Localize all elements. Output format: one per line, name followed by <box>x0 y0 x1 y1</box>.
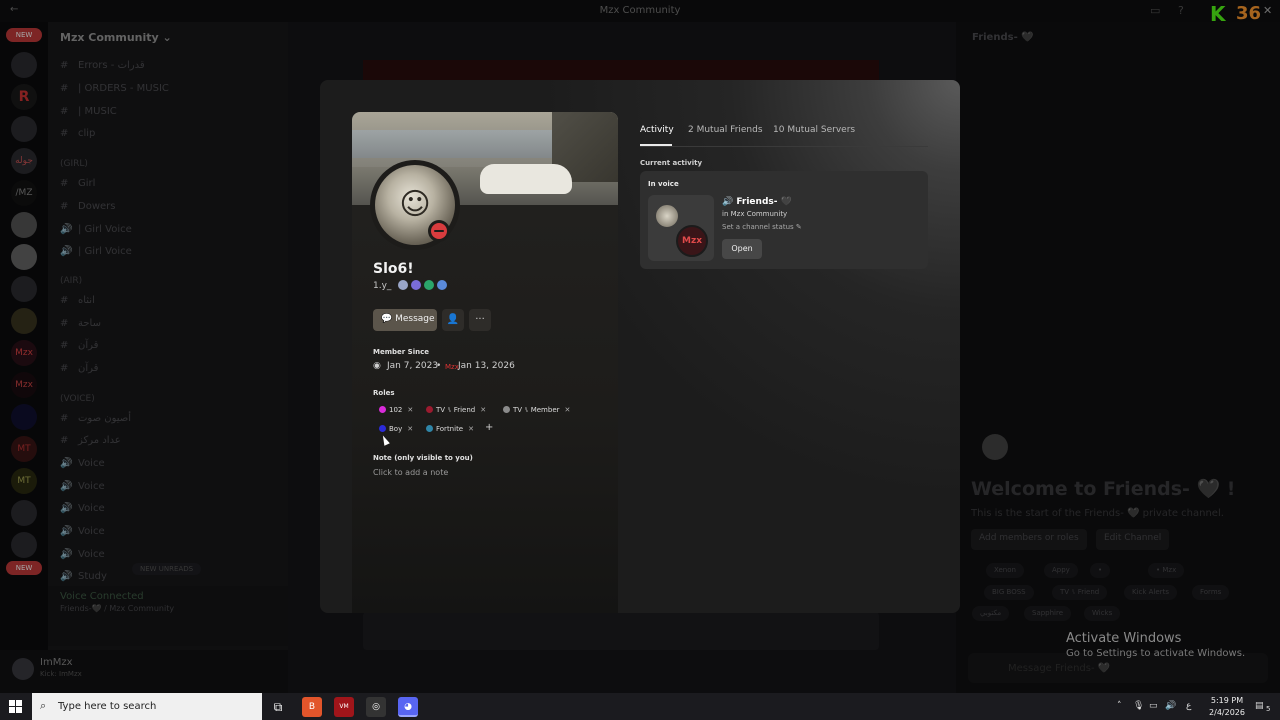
more-button[interactable]: ··· <box>469 309 491 331</box>
add-role-button[interactable]: + <box>485 422 493 433</box>
remove-role-icon[interactable]: ✕ <box>407 406 413 414</box>
nitro-badge-icon[interactable] <box>411 280 421 290</box>
member-avatar <box>654 203 680 229</box>
message-button[interactable]: 💬 Message <box>373 309 437 331</box>
clock-time: 5:19 PM <box>1210 696 1244 705</box>
role-chip[interactable]: Boy ✕ <box>373 422 419 437</box>
role-chip[interactable]: Fortnite ✕ <box>420 422 480 437</box>
server-logo-icon: Mzx <box>445 363 459 371</box>
in-voice-label: In voice <box>648 180 679 188</box>
windows-taskbar: ⌕ Type here to search ⧉ B VM ◎ ◕ ˄ 🎙 ▭ 🔊… <box>0 693 1280 720</box>
remove-role-icon[interactable]: ✕ <box>480 406 486 414</box>
voicemeeter-icon[interactable]: VM <box>334 697 354 717</box>
role-chip[interactable]: 102 ✕ <box>373 403 419 418</box>
remove-role-icon[interactable]: ✕ <box>407 425 413 433</box>
microphone-icon[interactable]: 🎙 <box>1133 701 1144 711</box>
open-button[interactable]: Open <box>722 239 762 259</box>
discord-taskbar-icon[interactable]: ◕ <box>398 697 418 717</box>
voice-channel-name[interactable]: 🔊 Friends- 🖤 <box>722 197 792 207</box>
note-label: Note (only visible to you) <box>373 454 473 462</box>
role-name: Boy <box>389 425 403 433</box>
taskbar-search[interactable]: ⌕ Type here to search <box>32 693 262 720</box>
boost-badge-icon[interactable] <box>437 280 447 290</box>
windows-start-icon[interactable] <box>9 700 22 713</box>
voice-server-name: in Mzx Community <box>722 210 788 218</box>
role-color-dot <box>426 425 433 432</box>
language-indicator[interactable]: ع <box>1186 701 1191 711</box>
role-name: TV ⑊ Member <box>513 406 560 414</box>
volume-icon[interactable]: 🔊 <box>1165 701 1176 711</box>
person-icon: 👤 <box>446 314 460 325</box>
search-placeholder: Type here to search <box>58 701 157 712</box>
search-icon: ⌕ <box>40 699 47 712</box>
member-since-label: Member Since <box>373 348 429 356</box>
add-friend-button[interactable]: 👤 <box>442 309 464 331</box>
role-color-dot <box>503 406 510 413</box>
role-chip[interactable]: TV ⑊ Friend ✕ <box>420 403 492 418</box>
role-name: 102 <box>389 406 403 414</box>
chat-icon: 💬 <box>381 314 396 324</box>
role-chip[interactable]: TV ⑊ Member ✕ <box>497 403 576 418</box>
tab-mutual-friends[interactable]: 2 Mutual Friends <box>688 125 763 135</box>
discord-join-date: Jan 7, 2023 <box>387 361 439 371</box>
network-icon[interactable]: ▭ <box>1149 701 1158 711</box>
role-name: TV ⑊ Friend <box>436 406 476 414</box>
notification-icon[interactable]: ▤ <box>1255 701 1264 711</box>
display-name: Slo6! <box>373 261 414 277</box>
badge-icon[interactable] <box>398 280 408 290</box>
voice-thumbnail: Mzx <box>648 195 714 261</box>
discord-app: ← Mzx Community ▭ ? K 36 ✕ NEW R جوله /M… <box>0 0 1280 693</box>
server-join-date: Jan 13, 2026 <box>458 361 515 371</box>
remove-role-icon[interactable]: ✕ <box>468 425 474 433</box>
app-icon[interactable]: ◎ <box>366 697 386 717</box>
ellipsis-icon: ··· <box>475 314 485 325</box>
tab-mutual-servers[interactable]: 10 Mutual Servers <box>773 125 855 135</box>
role-color-dot <box>379 406 386 413</box>
discord-logo-icon: ◉ <box>373 361 381 371</box>
task-view-icon[interactable]: ⧉ <box>268 697 288 717</box>
current-activity-label: Current activity <box>640 159 703 167</box>
notification-count: 5 <box>1266 705 1271 713</box>
brave-icon[interactable]: B <box>302 697 322 717</box>
clock-date: 2/4/2026 <box>1209 708 1245 717</box>
remove-role-icon[interactable]: ✕ <box>565 406 571 414</box>
tray-chevron-icon[interactable]: ˄ <box>1117 701 1122 711</box>
roles-label: Roles <box>373 389 395 397</box>
banner-car <box>480 164 572 194</box>
user-profile-modal: ☺ Slo6! 1.y_ 💬 Message 👤 ··· Member Sinc… <box>320 80 960 613</box>
set-channel-status[interactable]: Set a channel status ✎ <box>722 223 802 231</box>
role-color-dot <box>426 406 433 413</box>
username[interactable]: 1.y_ <box>373 281 391 291</box>
date-separator: • <box>436 361 442 371</box>
voice-activity-card: In voice Mzx 🔊 Friends- 🖤 in Mzx Communi… <box>640 171 928 269</box>
profile-card: ☺ Slo6! 1.y_ 💬 Message 👤 ··· Member Sinc… <box>352 112 618 613</box>
message-label: Message <box>395 314 435 324</box>
tab-activity[interactable]: Activity <box>640 125 674 135</box>
note-input[interactable]: Click to add a note <box>373 468 448 477</box>
activate-windows-sub: Go to Settings to activate Windows. <box>1066 648 1246 659</box>
role-color-dot <box>379 425 386 432</box>
system-clock[interactable]: 5:19 PM 2/4/2026 <box>1200 695 1254 719</box>
server-logo: Mzx <box>676 225 708 257</box>
quest-badge-icon[interactable] <box>424 280 434 290</box>
tab-divider <box>640 146 928 147</box>
role-name: Fortnite <box>436 425 464 433</box>
dnd-status-icon <box>428 220 450 242</box>
activate-windows-title: Activate Windows <box>1066 631 1182 646</box>
